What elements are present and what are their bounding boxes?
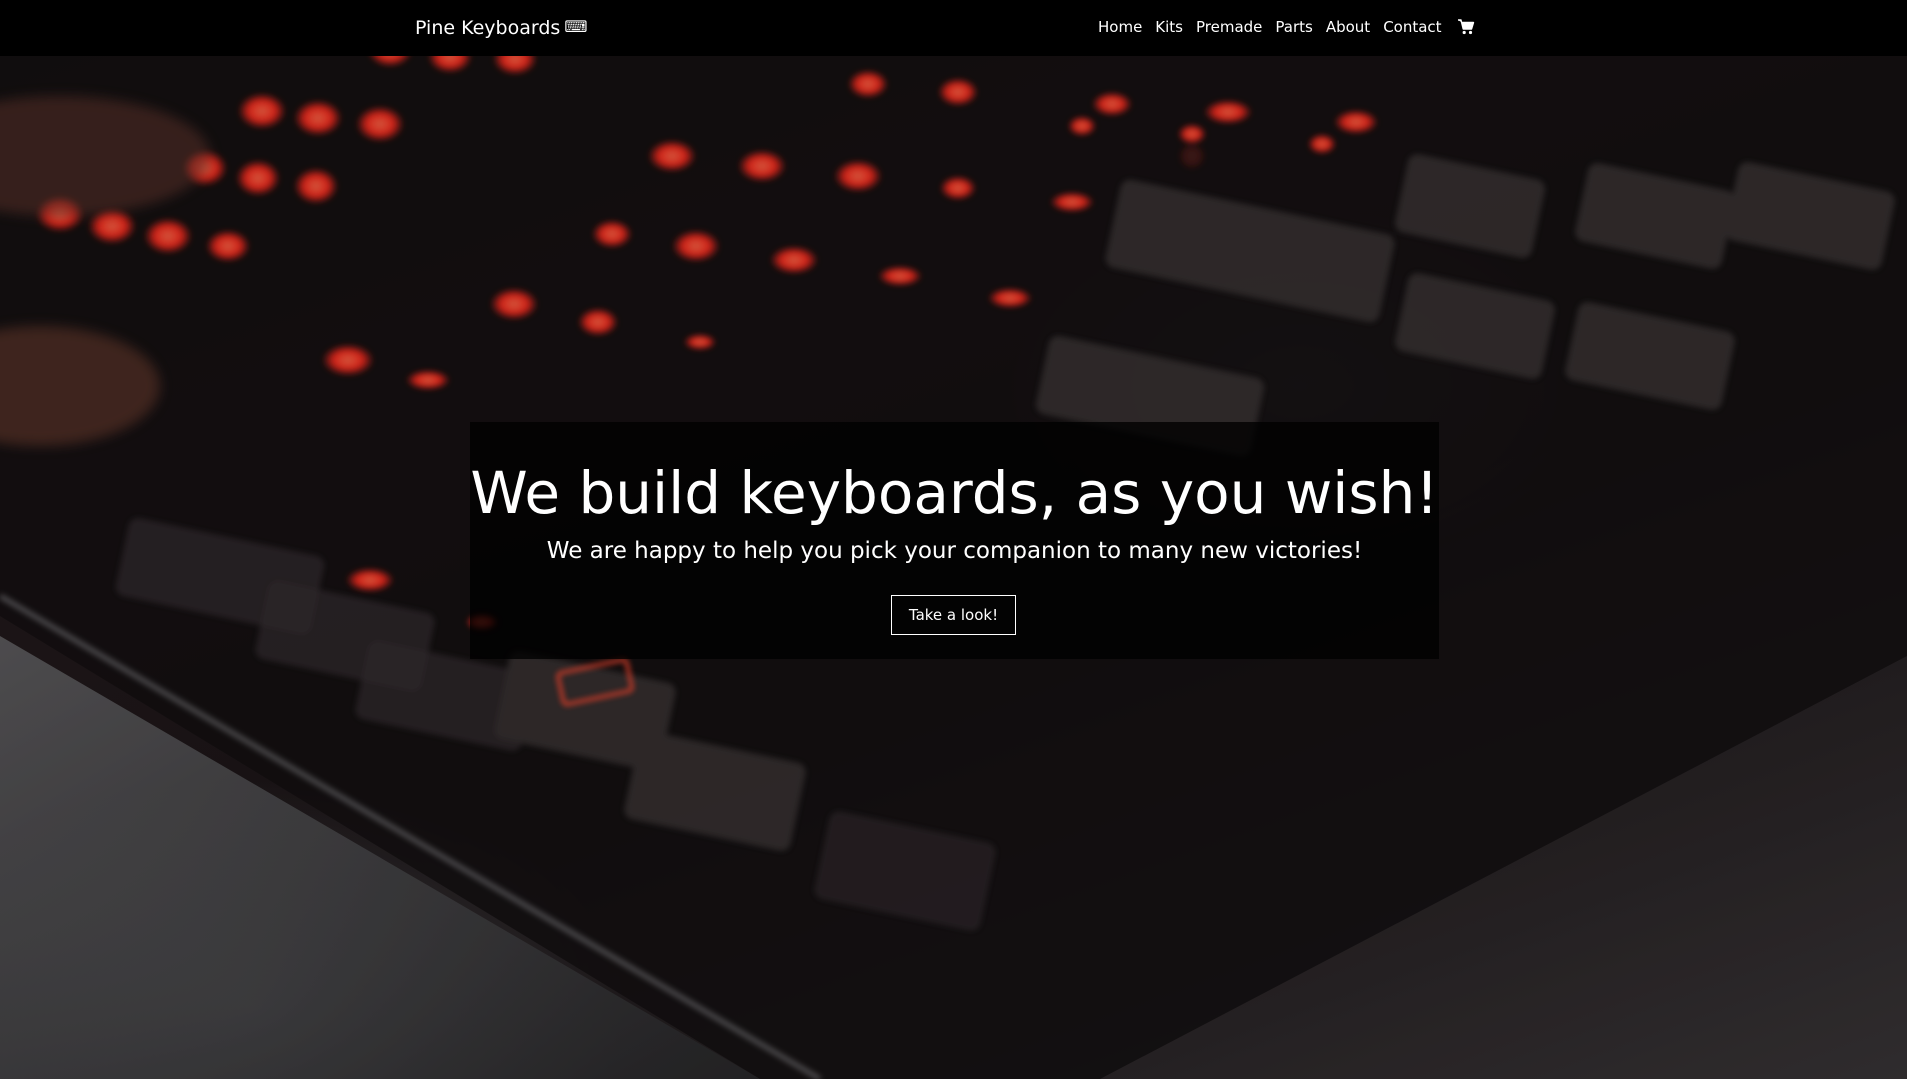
nav-link-parts[interactable]: Parts	[1275, 17, 1312, 37]
hero-box: We build keyboards, as you wish! We are …	[470, 422, 1439, 659]
hero-title: We build keyboards, as you wish!	[470, 459, 1439, 527]
navbar: Pine Keyboards ⌨ Home Kits Premade Parts …	[0, 0, 1907, 56]
nav-link-home[interactable]: Home	[1098, 17, 1142, 37]
nav-link-premade[interactable]: Premade	[1196, 17, 1262, 37]
keyboard-icon: ⌨	[564, 17, 588, 36]
shopping-cart-icon[interactable]	[1457, 18, 1475, 36]
hero-subtitle: We are happy to help you pick your compa…	[546, 538, 1363, 564]
page: Pine Keyboards ⌨ Home Kits Premade Parts …	[0, 0, 1907, 1079]
brand-name: Pine Keyboards	[415, 17, 561, 39]
nav-link-kits[interactable]: Kits	[1155, 17, 1183, 37]
nav-link-about[interactable]: About	[1326, 17, 1370, 37]
take-a-look-button[interactable]: Take a look!	[891, 595, 1016, 635]
nav-links: Home Kits Premade Parts About Contact	[1098, 17, 1475, 37]
brand-link[interactable]: Pine Keyboards ⌨	[415, 15, 587, 40]
nav-link-contact[interactable]: Contact	[1383, 17, 1441, 37]
